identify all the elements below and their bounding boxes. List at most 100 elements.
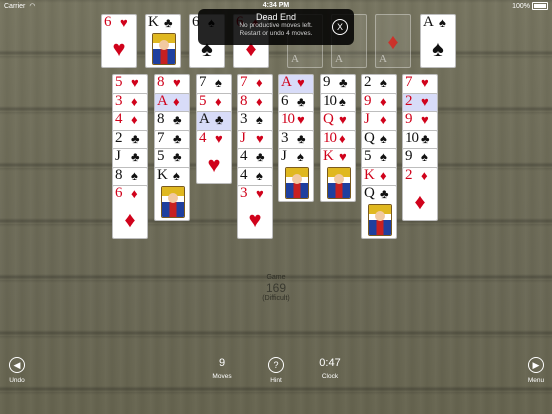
card-rank: 5 [199, 93, 206, 109]
card-suit-icon: ♦ [256, 94, 263, 109]
card-suit-icon: ♦ [215, 94, 222, 109]
card-rank: A [423, 14, 434, 30]
hint-button[interactable]: ? Hint [262, 355, 290, 384]
clock: 0:47 Clock [312, 355, 348, 380]
card-suit-icon: ♥ [421, 112, 429, 127]
undo-icon: ◀ [9, 357, 25, 373]
moves-label: Moves [212, 373, 232, 380]
card-suit-icon: ♦ [380, 168, 387, 183]
playing-card[interactable]: 3 ♥ ♥ [237, 185, 273, 239]
card-rank: 8 [157, 111, 164, 127]
game-info: Game 169 (Difficult) [236, 274, 316, 302]
card-rank: A [157, 93, 168, 109]
free-cell-card[interactable]: K ♣ [145, 14, 181, 68]
card-suit-icon: ♦ [131, 112, 138, 127]
card-rank: 4 [240, 148, 247, 164]
card-center-suit-icon: ♠ [432, 36, 444, 61]
playing-card[interactable]: 2 ♦ ♦ [402, 167, 438, 221]
hint-label: Hint [270, 377, 282, 384]
toast-line-1: No productive moves left. [239, 22, 313, 29]
card-rank: 9 [364, 93, 371, 109]
face-card-art [152, 33, 176, 65]
game-number: 169 [265, 281, 287, 295]
close-icon[interactable]: X [332, 19, 348, 35]
card-suit-icon: ♦ [380, 94, 387, 109]
playing-card[interactable]: Q ♣ [361, 185, 397, 239]
card-rank: K [157, 167, 168, 183]
foundation-card[interactable]: A ♠ ♠ [420, 14, 456, 68]
card-suit-icon: ♦ [380, 112, 387, 127]
card-suit-icon: ♥ [256, 131, 264, 146]
card-suit-icon: ♣ [164, 15, 173, 30]
card-suit-icon: ♦ [256, 75, 263, 90]
card-rank: 3 [281, 130, 288, 146]
card-suit-icon: ♠ [380, 75, 387, 90]
card-suit-icon: ♠ [256, 168, 263, 183]
playing-card[interactable]: J ♠ [278, 148, 314, 202]
card-suit-icon: ♦ [131, 186, 138, 201]
card-suit-icon: ♣ [173, 112, 182, 127]
card-rank: K [148, 14, 159, 30]
card-suit-icon: ♦ [173, 94, 180, 109]
card-suit-icon: ♥ [421, 75, 429, 90]
dead-end-toast: Dead End No productive moves left. Resta… [198, 9, 354, 45]
face-card-art [161, 186, 185, 218]
undo-button[interactable]: ◀ Undo [4, 355, 30, 384]
card-suit-icon: ♣ [131, 149, 140, 164]
game-difficulty: (Difficult) [262, 295, 290, 302]
menu-icon: ▶ [528, 357, 544, 373]
card-suit-icon: ♠ [380, 131, 387, 146]
clock-label: Clock [321, 373, 339, 380]
card-suit-icon: ♣ [256, 149, 265, 164]
card-rank: Q [323, 111, 334, 127]
card-rank: 8 [115, 167, 122, 183]
card-rank: 5 [115, 74, 122, 90]
card-rank: 3 [240, 111, 247, 127]
card-rank: 8 [157, 74, 164, 90]
card-center-suit-icon: ♥ [248, 207, 262, 232]
face-card-art [327, 167, 351, 199]
card-rank: 5 [157, 148, 164, 164]
foundation-ghost-label: A [335, 53, 343, 65]
card-suit-icon: ♣ [380, 186, 389, 201]
menu-button[interactable]: ▶ Menu [522, 355, 550, 384]
card-rank: 7 [157, 130, 164, 146]
playing-card[interactable]: K ♥ [320, 148, 356, 202]
card-rank: 7 [199, 74, 206, 90]
playing-card[interactable]: 6 ♦ ♦ [112, 185, 148, 239]
card-suit-icon: ♥ [339, 112, 347, 127]
toast-line-2: Restart or undo 4 moves. [239, 30, 313, 37]
card-rank: 3 [240, 185, 247, 201]
face-card-art [285, 167, 309, 199]
card-suit-icon: ♥ [131, 75, 139, 90]
battery-icon [532, 2, 548, 10]
card-suit-icon: ♥ [297, 75, 305, 90]
undo-label: Undo [9, 377, 25, 384]
card-suit-icon: ♥ [173, 75, 181, 90]
playing-card[interactable]: K ♠ [154, 167, 190, 221]
card-rank: 4 [115, 111, 122, 127]
card-suit-icon: ♥ [215, 131, 223, 146]
playing-card[interactable]: 4 ♥ ♥ [196, 130, 232, 184]
toast-title: Dead End [255, 12, 297, 22]
card-rank: Q [364, 185, 375, 201]
card-rank: J [281, 148, 287, 164]
card-rank: 10 [281, 111, 295, 127]
card-suit-icon: ♥ [339, 149, 347, 164]
card-suit-icon: ♠ [439, 15, 446, 30]
card-rank: 2 [364, 74, 371, 90]
card-rank: 7 [405, 74, 412, 90]
card-suit-icon: ♠ [421, 149, 428, 164]
card-suit-icon: ♠ [173, 168, 180, 183]
card-suit-icon: ♦ [339, 131, 346, 146]
card-rank: Q [364, 130, 375, 146]
clock-value: 0:47 [319, 357, 341, 369]
card-rank: A [199, 111, 210, 127]
foundation-slot[interactable]: A ♦ [375, 14, 411, 68]
card-suit-icon: ♠ [380, 149, 387, 164]
card-rank: 10 [323, 93, 337, 109]
card-suit-icon: ♣ [173, 131, 182, 146]
free-cell-card[interactable]: 6 ♥ ♥ [101, 14, 137, 68]
card-suit-icon: ♣ [215, 112, 224, 127]
card-suit-icon: ♠ [297, 149, 304, 164]
